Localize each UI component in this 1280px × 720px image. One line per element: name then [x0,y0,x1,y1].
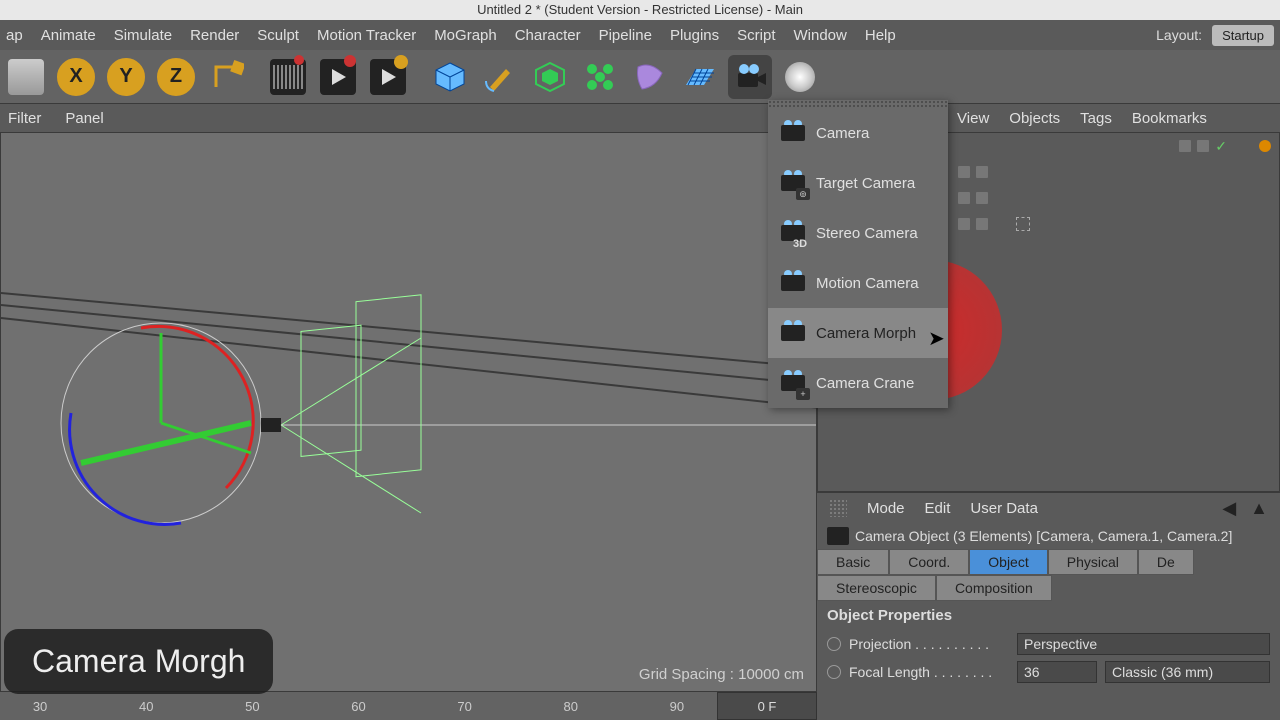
cube-primitive-tool[interactable] [428,55,472,99]
undo-tool[interactable] [4,55,48,99]
subdivision-tool[interactable] [528,55,572,99]
timeline-tick: 70 [457,699,471,714]
visibility-check-icon[interactable]: ✓ [1215,138,1227,155]
focal-length-field[interactable]: 36 [1017,661,1097,683]
menu-mograph[interactable]: MoGraph [434,27,497,44]
grid-spacing-text: Grid Spacing : 10000 cm [639,666,804,683]
timeline-tick: 50 [245,699,259,714]
tab-basic[interactable]: Basic [817,549,889,575]
dropdown-stereo-camera[interactable]: 3DStereo Camera [768,208,948,258]
menu-script[interactable]: Script [737,27,775,44]
render-tool[interactable] [316,55,360,99]
nav-back-icon[interactable]: ◀ [1222,498,1236,519]
main-toolbar: X Y Z [0,50,1280,104]
projection-label: Projection . . . . . . . . . . [849,636,1009,652]
camera-dropdown-menu: Camera ⊚Target Camera 3DStereo Camera Mo… [768,100,948,408]
dropdown-camera-crane[interactable]: +Camera Crane [768,358,948,408]
tab-stereoscopic[interactable]: Stereoscopic [817,575,936,601]
obj-menu-bookmarks[interactable]: Bookmarks [1132,110,1207,127]
grip-icon[interactable] [768,100,948,108]
tag-icon[interactable] [1016,217,1030,231]
menu-simulate[interactable]: Simulate [114,27,172,44]
obj-menu-tags[interactable]: Tags [1080,110,1112,127]
current-frame-field[interactable]: 0 F [717,692,817,720]
tab-object[interactable]: Object [969,549,1047,575]
light-tool[interactable] [778,55,822,99]
attr-menu-mode[interactable]: Mode [867,500,905,517]
menu-plugins[interactable]: Plugins [670,27,719,44]
layout-selector[interactable]: Startup [1212,25,1274,46]
obj-menu-objects[interactable]: Objects [1009,110,1060,127]
attr-menu-userdata[interactable]: User Data [970,500,1038,517]
viewport-scene [1,133,817,692]
keyframe-radio[interactable] [827,637,841,651]
tag-icon[interactable] [1259,140,1271,152]
menu-render[interactable]: Render [190,27,239,44]
grip-icon[interactable] [829,499,847,517]
viewport-panel-tab[interactable]: Panel [65,110,103,127]
tab-details[interactable]: De [1138,549,1194,575]
floor-tool[interactable] [678,55,722,99]
pen-tool[interactable] [478,55,522,99]
attribute-title: Camera Object (3 Elements) [Camera, Came… [817,523,1280,549]
axis-y-toggle[interactable]: Y [104,55,148,99]
attr-menu-edit[interactable]: Edit [925,500,951,517]
menu-sculpt[interactable]: Sculpt [257,27,299,44]
timeline-tick: 60 [351,699,365,714]
timeline-tick: 90 [670,699,684,714]
render-settings-tool[interactable] [366,55,410,99]
object-properties-header: Object Properties [817,601,1280,630]
nav-up-icon[interactable]: ▲ [1250,498,1268,519]
perspective-viewport[interactable]: Grid Spacing : 10000 cm [0,132,817,692]
focal-length-label: Focal Length . . . . . . . . [849,664,1009,680]
viewport-tab-bar: Filter Panel ✥ ▾ [0,104,817,132]
timeline-tick: 80 [564,699,578,714]
menu-motion-tracker[interactable]: Motion Tracker [317,27,416,44]
viewport-filter-tab[interactable]: Filter [8,110,41,127]
keyframe-radio[interactable] [827,665,841,679]
attribute-manager: Mode Edit User Data ◀ ▲ Camera Object (3… [817,492,1280,720]
dropdown-motion-camera[interactable]: Motion Camera [768,258,948,308]
timeline-tick: 40 [139,699,153,714]
tutorial-caption: Camera Morgh [4,629,273,694]
menu-help[interactable]: Help [865,27,896,44]
render-view-tool[interactable] [266,55,310,99]
coord-system-tool[interactable] [204,55,248,99]
menu-pipeline[interactable]: Pipeline [599,27,652,44]
axis-x-toggle[interactable]: X [54,55,98,99]
axis-z-toggle[interactable]: Z [154,55,198,99]
timeline-tick: 30 [33,699,47,714]
layout-label: Layout: [1156,27,1202,43]
dropdown-camera[interactable]: Camera [768,108,948,158]
timeline-ruler[interactable]: 30 40 50 60 70 80 90 [0,692,717,720]
menu-window[interactable]: Window [794,27,847,44]
menu-character[interactable]: Character [515,27,581,44]
window-title: Untitled 2 * (Student Version - Restrict… [0,0,1280,20]
menu-ap[interactable]: ap [6,27,23,44]
tab-physical[interactable]: Physical [1048,549,1138,575]
dropdown-target-camera[interactable]: ⊚Target Camera [768,158,948,208]
obj-menu-view[interactable]: View [957,110,989,127]
camera-tool-active[interactable] [728,55,772,99]
tab-coord[interactable]: Coord. [889,549,969,575]
main-menu-bar: ap Animate Simulate Render Sculpt Motion… [0,20,1280,50]
menu-animate[interactable]: Animate [41,27,96,44]
camera-icon [827,527,849,545]
focal-preset-dropdown[interactable]: Classic (36 mm) [1105,661,1270,683]
deformer-tool[interactable] [628,55,672,99]
array-tool[interactable] [578,55,622,99]
tab-composition[interactable]: Composition [936,575,1052,601]
projection-dropdown[interactable]: Perspective [1017,633,1270,655]
dropdown-camera-morph[interactable]: Camera Morph [768,308,948,358]
